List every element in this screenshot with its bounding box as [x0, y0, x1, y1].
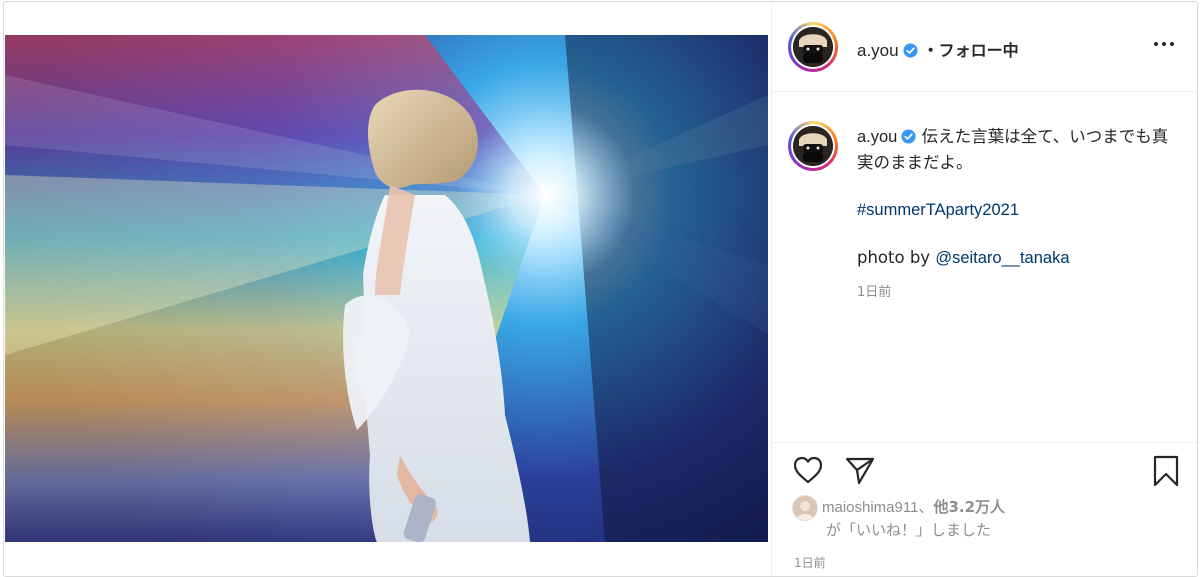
post-photo[interactable] [5, 35, 768, 542]
more-options-icon[interactable] [1154, 40, 1174, 48]
caption-username[interactable]: a.you [857, 128, 897, 146]
caption-author-avatar[interactable] [788, 121, 838, 171]
caption-timestamp: 1日前 [857, 285, 892, 300]
author-avatar[interactable] [788, 22, 838, 72]
first-liker-username[interactable]: maioshima911 [822, 499, 918, 516]
avatar-image [793, 126, 833, 166]
post-sidebar: a.you ・フォロー中 a.you 伝えた言葉は全て、いつまでも真実のままだよ… [771, 2, 1197, 576]
heart-icon[interactable] [792, 455, 824, 485]
photo-credit-prefix: photo by [857, 248, 936, 267]
avatar-image [793, 27, 833, 67]
bookmark-icon[interactable] [1152, 454, 1180, 488]
instagram-embed-card: a.you ・フォロー中 a.you 伝えた言葉は全て、いつまでも真実のままだよ… [3, 1, 1198, 577]
actions-divider [772, 442, 1197, 443]
verified-badge-icon [901, 129, 916, 144]
author-username[interactable]: a.you [857, 41, 899, 60]
verified-badge-icon [903, 43, 918, 58]
likes-separator: 、 [918, 498, 934, 516]
likes-count[interactable]: 他3.2万人 [933, 498, 1005, 516]
paper-plane-icon[interactable] [844, 454, 876, 486]
liker-avatar[interactable] [792, 495, 818, 521]
post-header: a.you ・フォロー中 [772, 2, 1197, 92]
post-timestamp: 1日前 [794, 556, 826, 570]
likes-suffix: が「いいね！」しました [826, 521, 992, 539]
concert-photo-image [5, 35, 768, 542]
post-caption: a.you 伝えた言葉は全て、いつまでも真実のままだよ。 #summerTApa… [857, 124, 1177, 271]
liker-avatar-image [793, 496, 817, 520]
follow-state-label[interactable]: ・フォロー中 [923, 41, 1019, 60]
photo-credit-mention[interactable]: @seitaro__tanaka [935, 249, 1069, 267]
caption-hashtag[interactable]: #summerTAparty2021 [857, 201, 1019, 219]
